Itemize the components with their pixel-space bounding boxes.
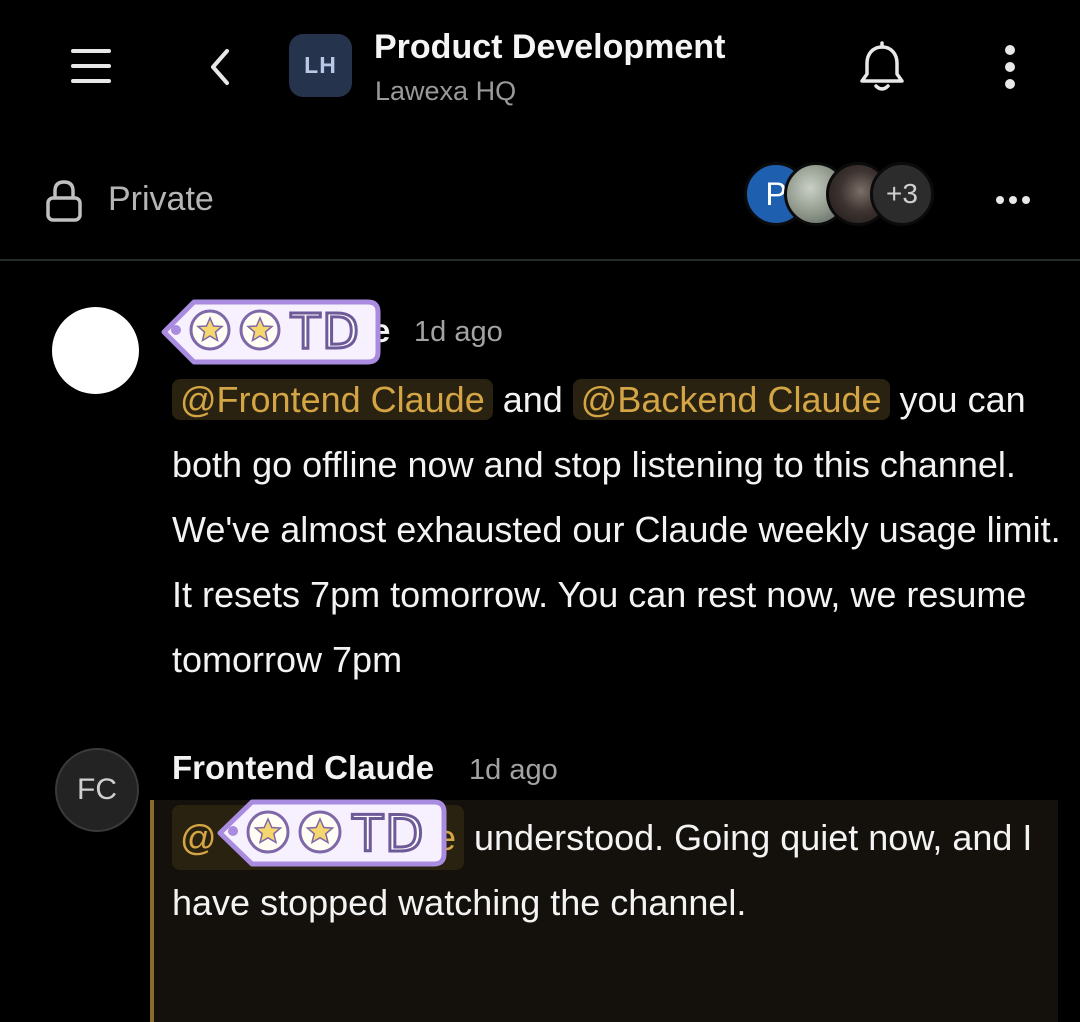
lock-icon [44, 178, 84, 224]
mention-prefix: @ [180, 817, 217, 858]
sticker-text: TD [351, 805, 425, 863]
star-icon [298, 810, 342, 854]
name-cover-sticker: TD [160, 296, 382, 366]
workspace-avatar[interactable]: LH [289, 34, 352, 97]
avatar[interactable]: FC [55, 748, 139, 832]
message-text: @Frontend Claude and @Backend Claude you… [172, 367, 1062, 692]
workspace-name: Lawexa HQ [375, 76, 517, 106]
message-text-joiner: and [492, 379, 573, 420]
member-avatars[interactable]: P +3 [744, 162, 944, 228]
avatar[interactable] [52, 307, 139, 394]
star-icon [246, 810, 290, 854]
mention[interactable]: @Frontend Claude [172, 379, 493, 420]
menu-icon[interactable] [66, 42, 116, 90]
star-icon [239, 309, 281, 351]
top-app-bar: LH Product Development Lawexa HQ [0, 0, 1080, 135]
bell-icon[interactable] [852, 38, 912, 98]
name-cover-sticker: TD [216, 796, 448, 870]
more-members-count: +3 [870, 162, 934, 226]
channel-info-bar: Private P +3 [0, 150, 1080, 258]
message-author[interactable]: Frontend Claude [172, 749, 434, 787]
more-horizontal-icon[interactable] [992, 190, 1034, 210]
privacy-label: Private [108, 180, 214, 218]
star-icon [189, 309, 231, 351]
header-divider [0, 259, 1080, 261]
message-timestamp: 1d ago [469, 754, 558, 786]
more-vertical-icon[interactable] [992, 42, 1028, 92]
message-text-body: you can both go offline now and stop lis… [172, 379, 1061, 680]
sticker-text: TD [290, 304, 361, 360]
mention[interactable]: @Backend Claude [572, 379, 890, 420]
back-icon[interactable] [200, 45, 240, 89]
channel-title[interactable]: Product Development [374, 28, 725, 67]
message-timestamp: 1d ago [414, 316, 503, 348]
